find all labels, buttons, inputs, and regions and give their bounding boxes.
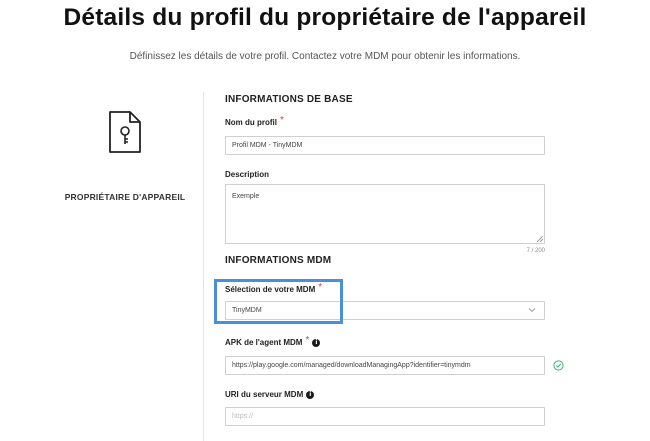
chevron-down-icon (528, 308, 536, 313)
profile-type-panel: PROPRIÉTAIRE D'APPAREIL (60, 110, 190, 202)
basic-info-section-title: INFORMATIONS DE BASE (225, 94, 353, 105)
mdm-info-section-title: INFORMATIONS MDM (225, 255, 332, 266)
profile-name-label: Nom du profil * (225, 115, 284, 128)
apk-label: APK de l'agent MDM * i (225, 335, 321, 348)
description-textarea[interactable]: Exemple (225, 184, 545, 244)
column-divider (203, 92, 204, 441)
page-subtitle: Définissez les détails de votre profil. … (129, 51, 521, 62)
profile-type-label: PROPRIÉTAIRE D'APPAREIL (64, 192, 186, 202)
info-icon[interactable]: i (312, 338, 321, 347)
page-title: Détails du profil du propriétaire de l'a… (63, 4, 587, 31)
server-uri-input[interactable]: https:// (225, 407, 545, 426)
required-asterisk: * (280, 115, 284, 126)
apk-label-text: APK de l'agent MDM (225, 338, 303, 347)
mdm-select-highlight (214, 279, 343, 324)
profile-name-input[interactable]: Profil MDM - TinyMDM (225, 136, 545, 155)
required-asterisk: * (305, 335, 310, 346)
description-text: Exemple (232, 193, 260, 200)
description-label: Description (225, 170, 270, 179)
apk-input[interactable]: https://play.google.com/managed/download… (225, 356, 545, 375)
server-uri-label: URI du serveur MDM i (225, 390, 315, 399)
check-circle-icon (553, 360, 564, 371)
description-char-counter: 7 / 200 (526, 248, 545, 254)
info-icon[interactable]: i (306, 390, 315, 399)
document-key-icon (109, 111, 141, 153)
profile-name-label-text: Nom du profil (225, 118, 277, 127)
resize-handle-icon[interactable] (537, 236, 543, 242)
server-uri-label-text: URI du serveur MDM (225, 390, 304, 399)
